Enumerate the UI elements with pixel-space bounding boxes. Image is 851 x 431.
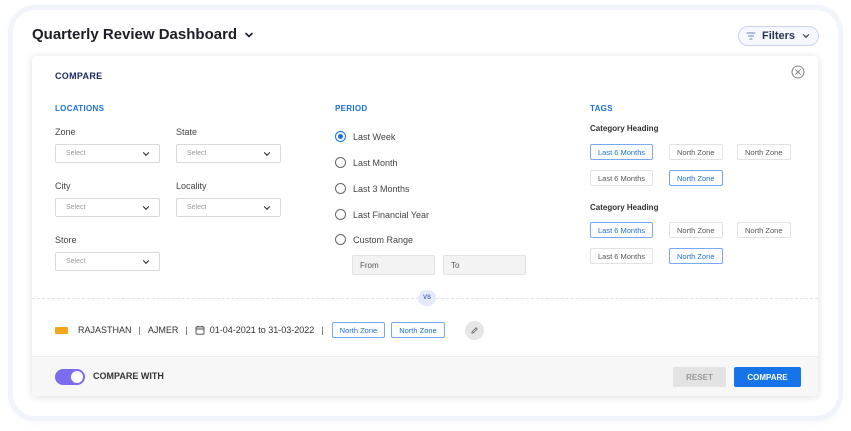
zone-select[interactable]: Select <box>55 144 160 163</box>
radio[interactable] <box>335 157 346 168</box>
radio[interactable] <box>335 234 346 245</box>
city-select[interactable]: Select <box>55 198 160 217</box>
period-option-last-week[interactable]: Last Week <box>335 131 395 142</box>
locality-label: Locality <box>176 181 207 191</box>
state-select-placeholder: Select <box>187 150 207 157</box>
state-label: State <box>176 127 198 137</box>
reset-button[interactable]: RESET <box>673 367 726 387</box>
to-date-input[interactable]: To <box>443 255 526 275</box>
filters-button[interactable]: Filters <box>738 26 819 46</box>
period-option-custom-range[interactable]: Custom Range <box>335 234 413 245</box>
compare-with-label: COMPARE WITH <box>93 371 164 381</box>
zone-label: Zone <box>55 127 76 137</box>
tag-chip[interactable]: North Zone <box>669 170 723 186</box>
period-option-label: Last Week <box>353 131 396 142</box>
tags-heading: TAGS <box>590 104 613 113</box>
city-select-placeholder: Select <box>66 204 86 211</box>
edit-button[interactable] <box>464 320 484 340</box>
period-option-label: Last Financial Year <box>353 209 430 220</box>
summary-date-range: 01-04-2021 to 31-03-2022 <box>209 325 315 335</box>
selection-summary: RAJASTHAN | AJMER | 01-04-2021 to 31-03-… <box>55 320 484 340</box>
chevron-down-icon <box>263 205 271 210</box>
period-option-label: Custom Range <box>353 234 414 245</box>
vs-badge: VS <box>418 290 436 306</box>
locations-heading: LOCATIONS <box>55 104 105 113</box>
summary-city: AJMER <box>147 325 179 335</box>
period-option-label: Last Month <box>353 157 398 168</box>
city-label: City <box>55 181 71 191</box>
from-date-input[interactable]: From <box>352 255 435 275</box>
state-select[interactable]: Select <box>176 144 281 163</box>
store-select-placeholder: Select <box>66 258 86 265</box>
compare-with-toggle[interactable] <box>55 369 85 385</box>
dashboard-title-text: Quarterly Review Dashboard <box>32 26 238 43</box>
chevron-down-icon <box>802 34 810 39</box>
locality-select[interactable]: Select <box>176 198 281 217</box>
zone-select-placeholder: Select <box>66 150 86 157</box>
tag-chip[interactable]: North Zone <box>737 222 791 238</box>
period-option-last-3-months[interactable]: Last 3 Months <box>335 183 410 194</box>
from-date-label: From <box>360 260 379 270</box>
dashboard-title[interactable]: Quarterly Review Dashboard <box>32 26 255 43</box>
tag-chip[interactable]: North Zone <box>737 144 791 160</box>
tag-chip[interactable]: North Zone <box>669 248 723 264</box>
tag-chip[interactable]: North Zone <box>669 222 723 238</box>
pencil-icon <box>471 326 478 334</box>
chevron-down-icon <box>142 151 150 156</box>
chevron-down-icon <box>263 151 271 156</box>
period-heading: PERIOD <box>335 104 368 113</box>
filters-label: Filters <box>761 30 795 42</box>
store-select[interactable]: Select <box>55 252 160 271</box>
category-heading: Category Heading <box>590 203 659 212</box>
tag-chip[interactable]: Last 6 Months <box>590 144 654 160</box>
period-option-last-financial-year[interactable]: Last Financial Year <box>335 209 429 220</box>
compare-panel-title: COMPARE <box>55 71 103 81</box>
radio-selected[interactable] <box>335 131 346 142</box>
locality-select-placeholder: Select <box>187 204 207 211</box>
radio[interactable] <box>335 209 346 220</box>
compare-button[interactable]: COMPARE <box>734 367 801 387</box>
summary-tag[interactable]: North Zone <box>391 322 445 338</box>
close-icon[interactable] <box>791 65 805 79</box>
tag-chip[interactable]: North Zone <box>669 144 723 160</box>
separator: | <box>185 325 188 335</box>
chevron-down-icon <box>245 32 253 38</box>
separator: | <box>321 325 324 335</box>
panel-footer: COMPARE WITH RESET COMPARE <box>32 356 818 396</box>
store-label: Store <box>55 235 77 245</box>
separator: | <box>138 325 141 335</box>
compare-panel: COMPARE LOCATIONS Zone Select State Sele… <box>32 56 818 396</box>
flag-icon <box>55 326 68 334</box>
chevron-down-icon <box>142 205 150 210</box>
summary-state: RAJASTHAN <box>78 325 132 335</box>
tag-chip[interactable]: Last 6 Months <box>590 248 654 264</box>
radio[interactable] <box>335 183 346 194</box>
tag-chip[interactable]: Last 6 Months <box>590 170 654 186</box>
period-option-label: Last 3 Months <box>353 183 410 194</box>
filter-icon <box>746 32 756 40</box>
summary-tag[interactable]: North Zone <box>331 322 386 338</box>
category-heading: Category Heading <box>590 124 659 133</box>
tag-chip[interactable]: Last 6 Months <box>590 222 654 238</box>
to-date-label: To <box>451 260 460 270</box>
period-option-last-month[interactable]: Last Month <box>335 157 398 168</box>
chevron-down-icon <box>142 259 150 264</box>
calendar-icon <box>195 325 205 335</box>
